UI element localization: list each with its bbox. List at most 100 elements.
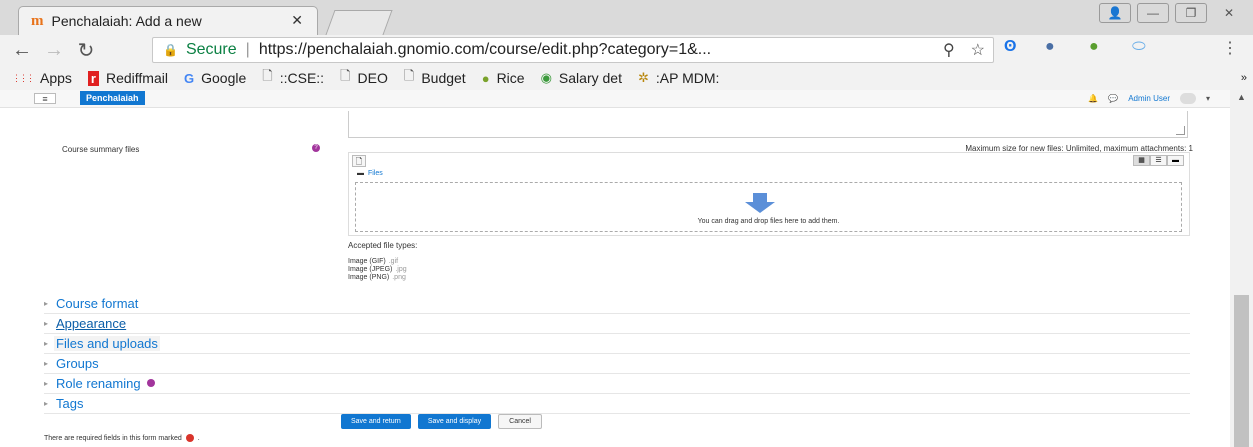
bookmark-label: Budget <box>421 70 466 86</box>
window-close-icon[interactable]: ✕ <box>1213 3 1245 23</box>
scroll-up-icon[interactable]: ▲ <box>1237 92 1246 102</box>
collapsible-section[interactable]: ▸ Appearance <box>44 313 1190 334</box>
page-icon: 🗋 <box>340 68 351 83</box>
bookmark-item[interactable]: ● Rice <box>482 70 525 86</box>
accepted-type-extension: .png <box>392 274 406 281</box>
forward-arrow-icon[interactable]: → <box>38 39 70 62</box>
icons-view-icon[interactable]: ▦ <box>1133 155 1150 166</box>
moodle-navbar: ≡ Penchalaiah 🔔 💬 Admin User ▾ <box>0 90 1230 108</box>
bookmark-item[interactable]: 🗋 Budget <box>404 67 466 89</box>
accepted-type-item: Image (JPEG) .jpg <box>348 266 407 274</box>
bookmark-item[interactable]: 🗋 DEO <box>340 67 388 89</box>
bookmark-item[interactable]: G Google <box>184 70 246 86</box>
section-title[interactable]: Groups <box>54 356 101 371</box>
bookmark-label: Google <box>201 70 247 86</box>
bookmark-label: ::CSE:: <box>279 70 325 86</box>
browser-tab-strip: m Penchalaiah: Add a new ✕ 👤 — ❐ ✕ <box>0 0 1253 35</box>
required-icon <box>185 434 194 442</box>
cancel-button[interactable]: Cancel <box>498 414 542 429</box>
url-separator: | <box>245 41 250 58</box>
chevron-right-icon[interactable]: ▸ <box>44 399 48 408</box>
bookmarks-overflow-icon[interactable]: » <box>1241 72 1247 84</box>
bookmark-item[interactable]: r Rediffmail <box>87 70 168 86</box>
bookmark-label: :AP MDM: <box>655 70 720 86</box>
url-text[interactable]: https://penchalaiah.gnomio.com/course/ed… <box>259 41 711 59</box>
bookmark-item[interactable]: ✲:AP MDM: <box>638 70 719 86</box>
save-and-display-button[interactable]: Save and display <box>417 414 492 429</box>
extension-drive-icon[interactable]: ⬭ <box>1132 38 1146 56</box>
user-name[interactable]: Admin User <box>1128 94 1170 103</box>
file-drop-zone[interactable]: You can drag and drop files here to add … <box>355 182 1182 232</box>
help-icon[interactable]: ? <box>312 144 320 152</box>
chevron-right-icon[interactable]: ▸ <box>44 299 48 308</box>
section-title[interactable]: Role renaming <box>54 376 143 391</box>
required-suffix: . <box>197 434 200 442</box>
tab-close-icon[interactable]: ✕ <box>291 12 303 29</box>
chevron-right-icon[interactable]: ▸ <box>44 319 48 328</box>
salary-icon: ◉ <box>540 70 552 85</box>
page-scrollbar[interactable]: ▲ <box>1230 90 1253 447</box>
user-menu-chevron-icon[interactable]: ▾ <box>1206 94 1210 103</box>
chevron-right-icon[interactable]: ▸ <box>44 339 48 348</box>
back-arrow-icon[interactable]: ← <box>6 39 38 62</box>
section-title[interactable]: Files and uploads <box>54 335 160 351</box>
collapsible-section[interactable]: ▸ Groups <box>44 353 1190 374</box>
menu-toggle-icon[interactable]: ≡ <box>34 93 56 104</box>
accepted-type-name: Image (JPEG) <box>348 266 393 273</box>
course-summary-editor[interactable] <box>348 111 1188 138</box>
address-bar[interactable]: 🔒 Secure | https://penchalaiah.gnomio.co… <box>152 37 994 63</box>
extension-lock-icon[interactable]: ● <box>1045 38 1055 56</box>
navbar-user-area: 🔔 💬 Admin User ▾ <box>1088 93 1210 104</box>
moodle-page: ≡ Penchalaiah 🔔 💬 Admin User ▾ ▲ Course … <box>0 90 1253 447</box>
restore-icon[interactable]: ❐ <box>1175 3 1207 23</box>
tree-view-icon[interactable]: ▬ <box>1167 155 1184 166</box>
bookmark-item[interactable]: ⋮⋮⋮ Apps <box>12 70 72 86</box>
accepted-type-name: Image (PNG) <box>348 274 390 281</box>
bookmark-item[interactable]: ◉ Salary det <box>541 70 622 86</box>
page-icon: 🗋 <box>403 68 415 83</box>
new-tab-button[interactable] <box>325 10 393 35</box>
file-view-switcher: ▦ ☰ ▬ <box>1133 155 1184 166</box>
rediffmail-icon: r <box>87 70 99 86</box>
zoom-icon[interactable]: ⚲ <box>943 40 955 60</box>
section-title[interactable]: Course format <box>54 296 140 311</box>
extension-green-icon[interactable]: ● <box>1089 38 1099 56</box>
collapsible-section[interactable]: ▸ Role renaming <box>44 373 1190 394</box>
scrollbar-thumb[interactable] <box>1234 295 1249 447</box>
site-name-link[interactable]: Penchalaiah <box>80 91 145 105</box>
bookmark-item[interactable]: 🗋::CSE:: <box>262 67 324 89</box>
section-title[interactable]: Appearance <box>54 316 128 331</box>
save-and-return-button[interactable]: Save and return <box>341 414 411 429</box>
user-profile-icon[interactable]: 👤 <box>1099 3 1131 23</box>
list-view-icon[interactable]: ☰ <box>1150 155 1167 166</box>
browser-menu-icon[interactable]: ⋮ <box>1222 38 1238 58</box>
accepted-type-extension: .jpg <box>395 266 407 273</box>
browser-tab[interactable]: m Penchalaiah: Add a new ✕ <box>18 6 318 35</box>
bookmark-label: Rediffmail <box>105 70 168 86</box>
moodle-favicon-icon: m <box>31 12 44 29</box>
accepted-types-list: Image (GIF) .gif Image (JPEG) .jpg Image (PN… <box>348 258 407 282</box>
minimize-icon[interactable]: — <box>1137 3 1169 23</box>
extension-sync-icon[interactable]: ʘ <box>1004 38 1016 56</box>
course-summary-files-label: Course summary files <box>62 145 140 154</box>
file-path: ▬ Files <box>357 170 383 177</box>
files-path-link[interactable]: Files <box>368 170 383 177</box>
reload-icon[interactable]: ↻ <box>70 38 102 63</box>
required-text: There are required fields in this form m… <box>44 434 182 442</box>
collapsible-section[interactable]: ▸ Files and uploads <box>44 333 1190 354</box>
chevron-right-icon[interactable]: ▸ <box>44 359 48 368</box>
messages-icon[interactable]: 💬 <box>1108 94 1118 103</box>
secure-label: Secure <box>185 41 237 58</box>
section-title[interactable]: Tags <box>54 396 85 411</box>
rice-icon: ● <box>481 70 490 86</box>
chevron-right-icon[interactable]: ▸ <box>44 379 48 388</box>
google-icon: G <box>183 70 195 86</box>
add-file-icon[interactable]: 🗋 <box>352 155 366 167</box>
notification-bell-icon[interactable]: 🔔 <box>1088 94 1098 103</box>
collapsible-section[interactable]: ▸ Tags <box>44 393 1190 414</box>
bookmark-star-icon[interactable]: ☆ <box>971 40 985 60</box>
bookmark-label: Apps <box>40 70 72 86</box>
collapsible-section[interactable]: ▸ Course format <box>44 293 1190 314</box>
avatar[interactable] <box>1179 93 1196 104</box>
help-icon[interactable] <box>146 379 155 387</box>
